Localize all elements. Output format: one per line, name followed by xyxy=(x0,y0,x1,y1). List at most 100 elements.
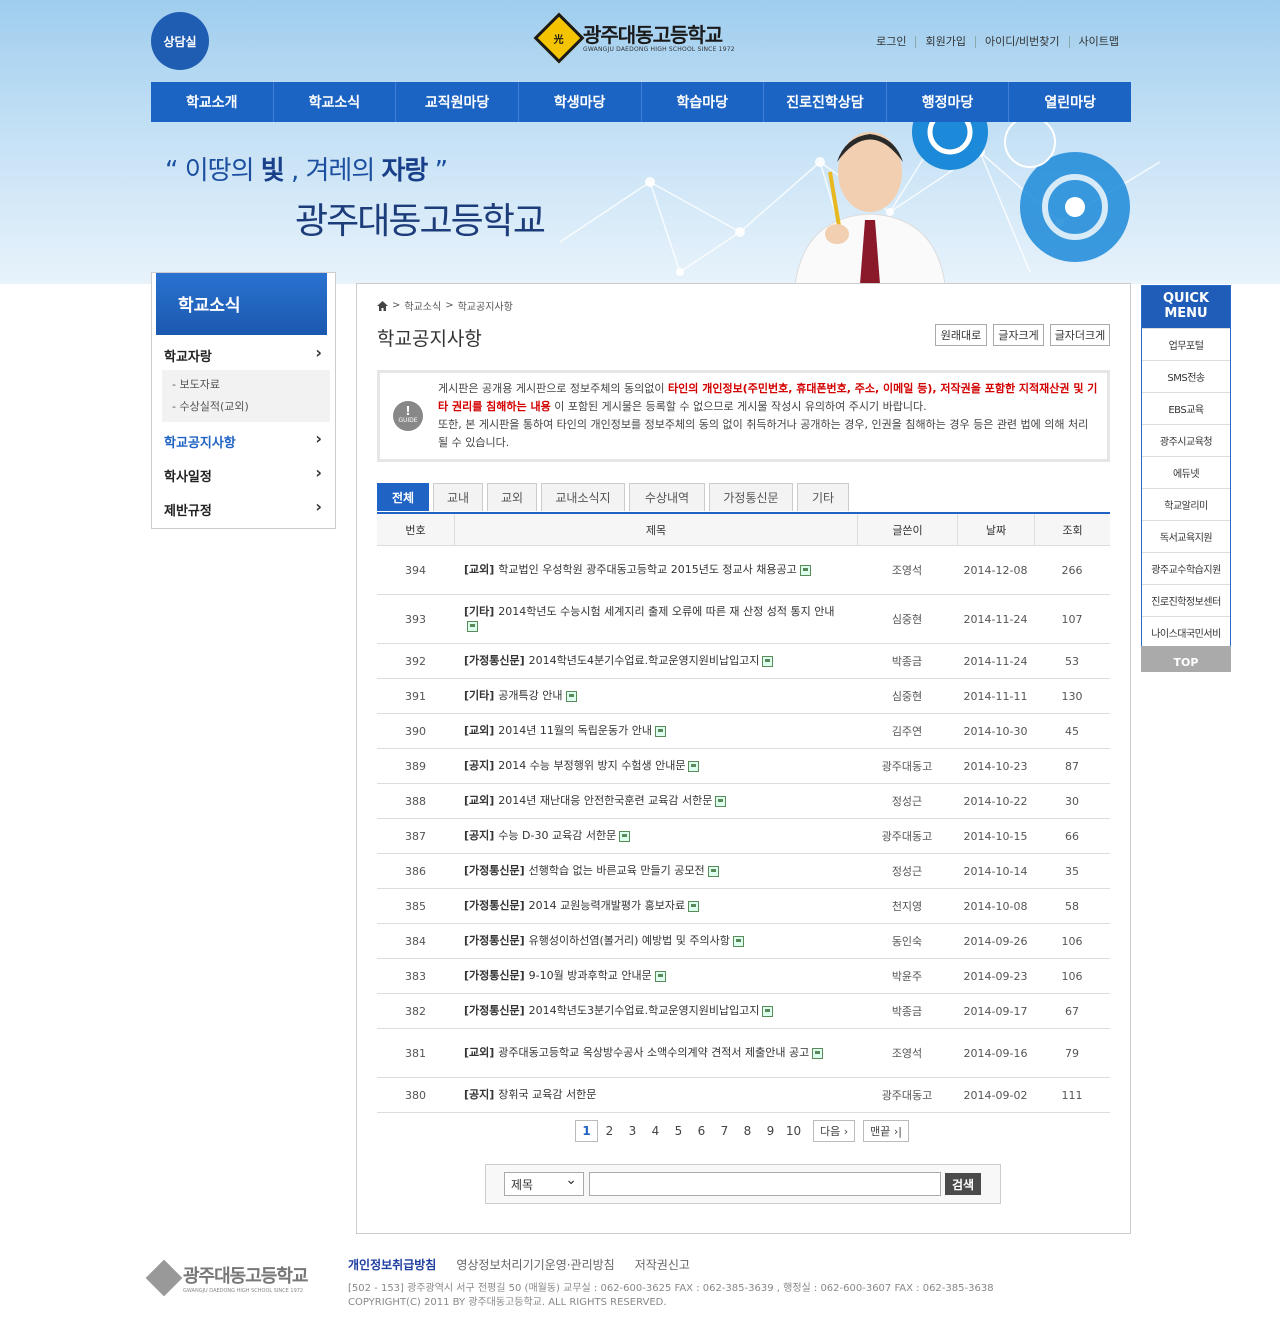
find-id-link[interactable]: 아이디/비번찾기 xyxy=(974,36,1069,48)
table-row[interactable]: 391 [기타] 공개특강 안내 심중현 2014-11-11 130 xyxy=(377,679,1110,714)
table-row[interactable]: 387 [공지] 수능 D-30 교육감 서한문 광주대동고 2014-10-15 66 xyxy=(377,819,1110,854)
table-row[interactable]: 380 [공지] 장휘국 교육감 서한문 광주대동고 2014-09-02 111 xyxy=(377,1078,1110,1113)
attachment-icon[interactable] xyxy=(565,690,577,702)
page-link[interactable]: 5 xyxy=(667,1124,690,1138)
attachment-icon[interactable] xyxy=(654,970,666,982)
row-title-text[interactable]: 학교법인 우성학원 광주대동고등학교 2015년도 정교사 채용공고 xyxy=(498,563,796,576)
top-button[interactable]: TOP xyxy=(1141,646,1231,672)
table-row[interactable]: 381 [교외] 광주대동고등학교 옥상방수공사 소액수의계약 견적서 제출안내 공… xyxy=(377,1029,1110,1078)
attachment-icon[interactable] xyxy=(688,760,700,772)
row-title-text[interactable]: 2014학년도 수능시험 세계지리 출제 오류에 따른 재 산정 성적 통지 안… xyxy=(498,605,834,618)
row-title-text[interactable]: 2014 교원능력개발평가 홍보자료 xyxy=(529,899,685,912)
row-title-text[interactable]: 9-10월 방과후학교 안내문 xyxy=(529,969,652,982)
table-row[interactable]: 392 [가정통신문] 2014학년도4분기수업료.학교운영지원비납입고지 박종금 20… xyxy=(377,644,1110,679)
row-title[interactable]: [가정통신문] 2014학년도4분기수업료.학교운영지원비납입고지 xyxy=(454,644,857,678)
join-link[interactable]: 회원가입 xyxy=(915,36,974,48)
attachment-icon[interactable] xyxy=(812,1047,824,1059)
counsel-button[interactable]: 상담실 xyxy=(151,12,209,70)
search-input[interactable] xyxy=(589,1172,941,1196)
attachment-icon[interactable] xyxy=(732,935,744,947)
row-title[interactable]: [기타] 공개특강 안내 xyxy=(454,679,857,713)
table-row[interactable]: 386 [가정통신문] 선행학습 없는 바른교육 만들기 공모전 정성근 2014-10… xyxy=(377,854,1110,889)
nav-item[interactable]: 교직원마당 xyxy=(395,82,518,122)
font-reset-button[interactable]: 원래대로 xyxy=(935,324,987,346)
table-row[interactable]: 382 [가정통신문] 2014학년도3분기수업료.학교운영지원비납입고지 박종금 20… xyxy=(377,994,1110,1029)
last-page-button[interactable]: 맨끝 ›| xyxy=(863,1120,909,1142)
sidebar-item-regulations[interactable]: 제반규정 xyxy=(164,497,330,519)
row-title[interactable]: [공지] 2014 수능 부정행위 방지 수험생 안내문 xyxy=(454,749,857,783)
row-title[interactable]: [교외] 학교법인 우성학원 광주대동고등학교 2015년도 정교사 채용공고 xyxy=(454,546,857,594)
attachment-icon[interactable] xyxy=(467,620,478,632)
font-largest-button[interactable]: 글자더크게 xyxy=(1050,324,1110,346)
attachment-icon[interactable] xyxy=(707,865,719,877)
table-row[interactable]: 394 [교외] 학교법인 우성학원 광주대동고등학교 2015년도 정교사 채용공… xyxy=(377,546,1110,595)
page-link[interactable]: 9 xyxy=(759,1124,782,1138)
quick-menu-item[interactable]: 에듀넷 xyxy=(1142,456,1230,488)
nav-item[interactable]: 진로진학상담 xyxy=(763,82,886,122)
attachment-icon[interactable] xyxy=(715,795,727,807)
quick-menu-item[interactable]: 광주시교육청 xyxy=(1142,424,1230,456)
page-link[interactable]: 3 xyxy=(621,1124,644,1138)
attachment-icon[interactable] xyxy=(688,900,700,912)
page-link[interactable]: 10 xyxy=(782,1124,805,1138)
attachment-icon[interactable] xyxy=(799,564,811,576)
row-title-text[interactable]: 2014학년도4분기수업료.학교운영지원비납입고지 xyxy=(529,654,760,667)
nav-item[interactable]: 학교소개 xyxy=(151,82,273,122)
tab-awards[interactable]: 수상내역 xyxy=(629,483,705,511)
quick-menu-item[interactable]: 학교알리미 xyxy=(1142,488,1230,520)
quick-menu-item[interactable]: 독서교육지원 xyxy=(1142,520,1230,552)
sidebar-item-school-pride[interactable]: 학교자랑 xyxy=(164,343,330,365)
tab-newsletter[interactable]: 교내소식지 xyxy=(541,483,625,511)
row-title[interactable]: [가정통신문] 선행학습 없는 바른교육 만들기 공모전 xyxy=(454,854,857,888)
copyright-report-link[interactable]: 저작권신고 xyxy=(635,1256,690,1273)
tab-external[interactable]: 교외 xyxy=(487,483,537,511)
table-row[interactable]: 388 [교외] 2014년 재난대응 안전한국훈련 교육감 서한문 정성근 2014-… xyxy=(377,784,1110,819)
nav-item[interactable]: 학습마당 xyxy=(640,82,764,122)
sidebar-subitem[interactable]: - 수상실적(교외) xyxy=(162,396,330,418)
nav-item[interactable]: 학생마당 xyxy=(517,82,641,122)
tab-all[interactable]: 전체 xyxy=(377,483,429,511)
cctv-policy-link[interactable]: 영상정보처리기기운영·관리방침 xyxy=(456,1256,614,1273)
attachment-icon[interactable] xyxy=(762,1005,774,1017)
quick-menu-item[interactable]: 진로진학정보센터 xyxy=(1142,584,1230,616)
quick-menu-item[interactable]: EBS교육 xyxy=(1142,392,1230,424)
next-page-button[interactable]: 다음 › xyxy=(813,1120,856,1142)
row-title-text[interactable]: 2014학년도3분기수업료.학교운영지원비납입고지 xyxy=(529,1004,760,1017)
table-row[interactable]: 385 [가정통신문] 2014 교원능력개발평가 홍보자료 천지영 2014-10-0… xyxy=(377,889,1110,924)
quick-menu-item[interactable]: 나이스대국민서비 xyxy=(1142,616,1230,648)
row-title-text[interactable]: 공개특강 안내 xyxy=(498,689,562,702)
sidebar-subitem[interactable]: - 보도자료 xyxy=(162,374,330,396)
row-title-text[interactable]: 2014년 재난대응 안전한국훈련 교육감 서한문 xyxy=(498,794,712,807)
row-title-text[interactable]: 광주대동고등학교 옥상방수공사 소액수의계약 견적서 제출안내 공고 xyxy=(498,1046,809,1059)
page-link[interactable]: 1 xyxy=(575,1120,598,1142)
row-title[interactable]: [가정통신문] 유행성이하선염(볼거리) 예방법 및 주의사항 xyxy=(454,924,857,958)
table-row[interactable]: 393 [기타] 2014학년도 수능시험 세계지리 출제 오류에 따른 재 산정 … xyxy=(377,595,1110,644)
breadcrumb-item[interactable]: 학교공지사항 xyxy=(458,298,513,313)
row-title-text[interactable]: 2014년 11월의 독립운동가 안내 xyxy=(498,724,652,737)
attachment-icon[interactable] xyxy=(762,655,774,667)
login-link[interactable]: 로그인 xyxy=(867,36,915,48)
table-row[interactable]: 383 [가정통신문] 9-10월 방과후학교 안내문 박윤주 2014-09-23 10… xyxy=(377,959,1110,994)
row-title[interactable]: [공지] 장휘국 교육감 서한문 xyxy=(454,1078,857,1112)
quick-menu-item[interactable]: 업무포털 xyxy=(1142,328,1230,360)
page-link[interactable]: 2 xyxy=(598,1124,621,1138)
row-title[interactable]: [교외] 광주대동고등학교 옥상방수공사 소액수의계약 견적서 제출안내 공고 xyxy=(454,1029,857,1077)
quick-menu-item[interactable]: SMS전송 xyxy=(1142,360,1230,392)
row-title-text[interactable]: 수능 D-30 교육감 서한문 xyxy=(498,829,616,842)
page-link[interactable]: 4 xyxy=(644,1124,667,1138)
sitemap-link[interactable]: 사이트맵 xyxy=(1068,36,1128,48)
tab-family-letter[interactable]: 가정통신문 xyxy=(709,483,793,511)
tab-internal[interactable]: 교내 xyxy=(433,483,483,511)
row-title[interactable]: [가정통신문] 9-10월 방과후학교 안내문 xyxy=(454,959,857,993)
row-title-text[interactable]: 장휘국 교육감 서한문 xyxy=(498,1088,596,1101)
row-title-text[interactable]: 유행성이하선염(볼거리) 예방법 및 주의사항 xyxy=(529,934,730,947)
attachment-icon[interactable] xyxy=(619,830,631,842)
attachment-icon[interactable] xyxy=(654,725,666,737)
quick-menu-item[interactable]: 광주교수학습지원 xyxy=(1142,552,1230,584)
table-row[interactable]: 384 [가정통신문] 유행성이하선염(볼거리) 예방법 및 주의사항 동인숙 2014… xyxy=(377,924,1110,959)
font-larger-button[interactable]: 글자크게 xyxy=(993,324,1044,346)
row-title[interactable]: [교외] 2014년 11월의 독립운동가 안내 xyxy=(454,714,857,748)
tab-etc[interactable]: 기타 xyxy=(797,483,849,511)
nav-item[interactable]: 학교소식 xyxy=(272,82,396,122)
search-field-select[interactable]: 제목 xyxy=(504,1172,584,1196)
